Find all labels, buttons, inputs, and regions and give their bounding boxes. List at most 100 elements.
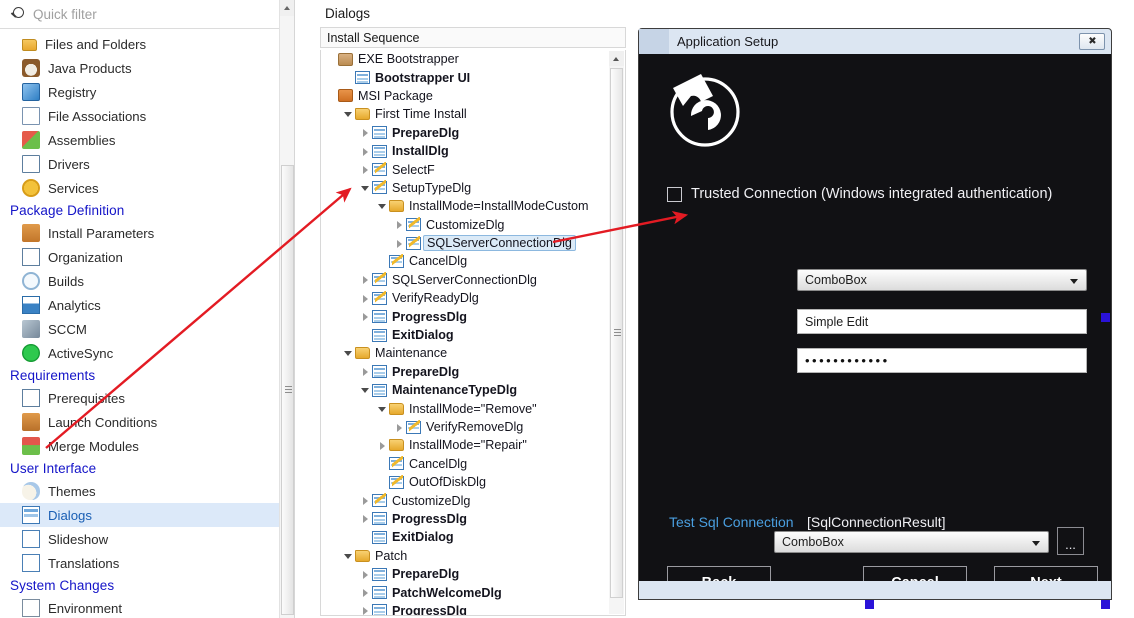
tree-node[interactable]: SetupTypeDlg [321, 179, 625, 197]
chevron-right-icon[interactable] [393, 237, 405, 249]
tree-node[interactable]: InstallMode="Repair" [321, 436, 625, 454]
tree-node[interactable]: Patch [321, 547, 625, 565]
tree-node[interactable]: VerifyReadyDlg [321, 289, 625, 307]
tree-node[interactable]: SelectF [321, 160, 625, 178]
chevron-right-icon[interactable] [359, 274, 371, 286]
tree-node[interactable]: MSI Package [321, 87, 625, 105]
tree-node[interactable]: CancelDlg [321, 252, 625, 270]
sidebar-item-merge-modules[interactable]: Merge Modules [0, 434, 294, 458]
tree-node[interactable]: SQLServerConnectionDlg [321, 271, 625, 289]
tree-node[interactable]: First Time Install [321, 105, 625, 123]
tree-node[interactable]: ProgressDlg [321, 602, 625, 616]
quick-filter-bar[interactable]: Quick filter [0, 0, 294, 29]
chevron-right-icon[interactable] [393, 421, 405, 433]
back-button[interactable]: Back [667, 566, 771, 581]
sidebar-item-themes[interactable]: Themes [0, 479, 294, 503]
tree-node[interactable]: VerifyRemoveDlg [321, 418, 625, 436]
chevron-right-icon[interactable] [359, 605, 371, 616]
trusted-connection-checkbox[interactable] [667, 187, 682, 202]
tree-node[interactable]: CustomizeDlg [321, 491, 625, 509]
sidebar-item-launch-conditions[interactable]: Launch Conditions [0, 410, 294, 434]
tree-node[interactable]: PrepareDlg [321, 363, 625, 381]
resize-handle-right[interactable] [1101, 313, 1110, 322]
tree-node[interactable]: InstallDlg [321, 142, 625, 160]
chevron-down-icon[interactable] [376, 403, 388, 415]
chevron-down-icon[interactable] [342, 347, 354, 359]
chevron-right-icon[interactable] [359, 292, 371, 304]
tree-node[interactable]: EXE Bootstrapper [321, 50, 625, 68]
tree-node[interactable]: ExitDialog [321, 528, 625, 546]
scroll-up-arrow-icon[interactable] [280, 0, 295, 16]
chevron-right-icon[interactable] [359, 127, 371, 139]
chevron-right-icon[interactable] [376, 439, 388, 451]
sidebar-item-translations[interactable]: Translations [0, 551, 294, 575]
chevron-right-icon[interactable] [359, 145, 371, 157]
resize-handle-bottom-right[interactable] [1101, 600, 1110, 609]
sidebar-item-drivers[interactable]: Drivers [0, 152, 294, 176]
sidebar-item-files-and-folders[interactable]: Files and Folders [0, 32, 294, 56]
tree-node[interactable]: Bootstrapper UI [321, 68, 625, 86]
trusted-connection-row[interactable]: Trusted Connection (Windows integrated a… [667, 186, 1052, 202]
database-combobox[interactable]: ComboBox [774, 531, 1049, 553]
quick-filter-input[interactable]: Quick filter [33, 7, 97, 22]
test-sql-connection-link[interactable]: Test Sql Connection [669, 514, 794, 530]
chevron-right-icon[interactable] [359, 495, 371, 507]
sidebar-scrollbar-thumb[interactable] [281, 165, 294, 615]
sidebar-scrollbar[interactable] [279, 0, 294, 618]
sidebar-item-file-associations[interactable]: File Associations [0, 104, 294, 128]
sidebar-item-install-parameters[interactable]: Install Parameters [0, 221, 294, 245]
tree-node[interactable]: ProgressDlg [321, 307, 625, 325]
sidebar-item-assemblies[interactable]: Assemblies [0, 128, 294, 152]
tree-scrollbar[interactable] [609, 51, 624, 614]
sidebar-item-environment[interactable]: Environment [0, 596, 294, 618]
chevron-right-icon[interactable] [359, 366, 371, 378]
chevron-right-icon[interactable] [359, 164, 371, 176]
chevron-right-icon[interactable] [359, 568, 371, 580]
server-combobox[interactable]: ComboBox [797, 269, 1087, 291]
tree-node[interactable]: PrepareDlg [321, 124, 625, 142]
sidebar-item-organization[interactable]: Organization [0, 245, 294, 269]
chevron-down-icon[interactable] [376, 200, 388, 212]
chevron-down-icon[interactable] [342, 550, 354, 562]
tree-node[interactable]: OutOfDiskDlg [321, 473, 625, 491]
chevron-right-icon[interactable] [359, 587, 371, 599]
sidebar-item-analytics[interactable]: Analytics [0, 293, 294, 317]
close-icon[interactable]: ✖ [1079, 33, 1105, 50]
sidebar-item-java-products[interactable]: Java Products [0, 56, 294, 80]
scroll-up-arrow-icon[interactable] [609, 51, 624, 66]
tree-node[interactable]: CancelDlg [321, 455, 625, 473]
sidebar-item-prerequisites[interactable]: Prerequisites [0, 386, 294, 410]
browse-button[interactable]: ... [1057, 527, 1084, 555]
tree-node[interactable]: MaintenanceTypeDlg [321, 381, 625, 399]
chevron-right-icon[interactable] [359, 513, 371, 525]
tree-node[interactable]: Maintenance [321, 344, 625, 362]
password-edit-field[interactable]: •••••••••••• [797, 348, 1087, 373]
dialog-preview-window[interactable]: Application Setup ✖ Trusted Connection (… [638, 28, 1112, 600]
chevron-right-icon[interactable] [359, 311, 371, 323]
username-edit-field[interactable]: Simple Edit [797, 309, 1087, 334]
chevron-right-icon[interactable] [393, 219, 405, 231]
tree-node[interactable]: InstallMode=InstallModeCustom [321, 197, 625, 215]
sidebar-item-builds[interactable]: Builds [0, 269, 294, 293]
sidebar-item-sccm[interactable]: SCCM [0, 317, 294, 341]
tree-node[interactable]: PrepareDlg [321, 565, 625, 583]
chevron-down-icon[interactable] [342, 108, 354, 120]
sidebar-item-label: ActiveSync [48, 346, 113, 361]
cancel-button[interactable]: Cancel [863, 566, 967, 581]
tree-node[interactable]: PatchWelcomeDlg [321, 583, 625, 601]
next-button[interactable]: Next [994, 566, 1098, 581]
tree-scrollbar-thumb[interactable] [610, 68, 623, 598]
tree-node[interactable]: ExitDialog [321, 326, 625, 344]
resize-handle-bottom[interactable] [865, 600, 874, 609]
sidebar-item-activesync[interactable]: ActiveSync [0, 341, 294, 365]
tree-node[interactable]: ProgressDlg [321, 510, 625, 528]
sidebar-item-services[interactable]: Services [0, 176, 294, 200]
tree-node[interactable]: CustomizeDlg [321, 216, 625, 234]
tree-node[interactable]: SQLServerConnectionDlg [321, 234, 625, 252]
sidebar-item-registry[interactable]: Registry [0, 80, 294, 104]
tree-node[interactable]: InstallMode="Remove" [321, 399, 625, 417]
sidebar-item-slideshow[interactable]: Slideshow [0, 527, 294, 551]
chevron-down-icon[interactable] [359, 384, 371, 396]
sidebar-item-dialogs[interactable]: Dialogs [0, 503, 294, 527]
chevron-down-icon[interactable] [359, 182, 371, 194]
